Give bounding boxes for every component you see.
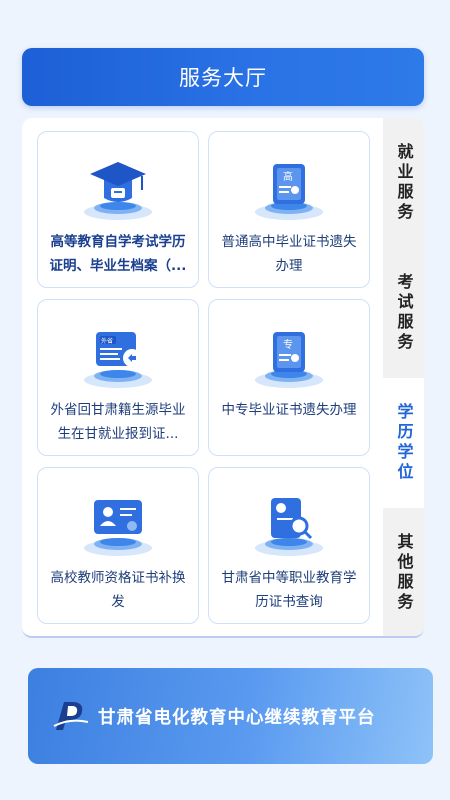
tab-exam-services[interactable]: 考试服务	[383, 248, 424, 378]
service-card-teacher-certificate[interactable]: 高校教师资格证书补换发	[37, 467, 199, 624]
tab-other-services[interactable]: 其他服务	[383, 508, 424, 636]
service-card-technical-school-certificate[interactable]: 专 中专毕业证书遗失办理	[208, 299, 370, 456]
card-label: 高等教育自学考试学历证明、毕业生档案（...	[49, 234, 187, 274]
banner-text: 甘肃省电化教育中心继续教育平台	[98, 707, 376, 728]
service-card-vocational-certificate-query[interactable]: 甘肃省中等职业教育学历证书查询	[208, 467, 370, 624]
service-card-employment-report[interactable]: 外省 外省回甘肃籍生源毕业生在甘就业报到证...	[37, 299, 199, 456]
icon-text-zhuan: 专	[283, 338, 293, 351]
platform-banner[interactable]: 甘肃省电化教育中心继续教育平台	[28, 668, 433, 764]
graduation-cap-icon	[84, 162, 152, 220]
certificate-gao-icon: 高	[255, 164, 323, 220]
page-title: 服务大厅	[179, 66, 267, 90]
card-label: 高校教师资格证书补换发	[50, 570, 186, 610]
transfer-card-icon: 外省	[84, 332, 152, 388]
service-grid: 高等教育自学考试学历证明、毕业生档案（... 高 普通高中毕业证书遗失办理 外省…	[37, 131, 370, 626]
icon-text-wai: 外省	[101, 337, 113, 345]
card-label: 外省回甘肃籍生源毕业生在甘就业报到证...	[50, 402, 186, 442]
card-label: 甘肃省中等职业教育学历证书查询	[221, 570, 357, 610]
icon-text-gao: 高	[283, 170, 293, 183]
card-label: 中专毕业证书遗失办理	[221, 402, 357, 418]
category-tabs: 就业服务 考试服务 学历学位 其他服务	[383, 118, 424, 636]
page-header: 服务大厅	[22, 48, 424, 106]
certificate-zhuan-icon: 专	[255, 332, 323, 388]
card-label: 普通高中毕业证书遗失办理	[221, 234, 357, 274]
certificate-search-icon	[255, 498, 323, 556]
tab-academic-degree[interactable]: 学历学位	[383, 378, 424, 508]
service-card-high-school-certificate[interactable]: 高 普通高中毕业证书遗失办理	[208, 131, 370, 288]
platform-logo-icon	[53, 702, 89, 730]
teacher-certificate-icon	[84, 500, 152, 556]
tab-employment-services[interactable]: 就业服务	[383, 118, 424, 248]
service-panel: 高等教育自学考试学历证明、毕业生档案（... 高 普通高中毕业证书遗失办理 外省…	[22, 118, 424, 638]
service-card-self-study-certificate[interactable]: 高等教育自学考试学历证明、毕业生档案（...	[37, 131, 199, 288]
